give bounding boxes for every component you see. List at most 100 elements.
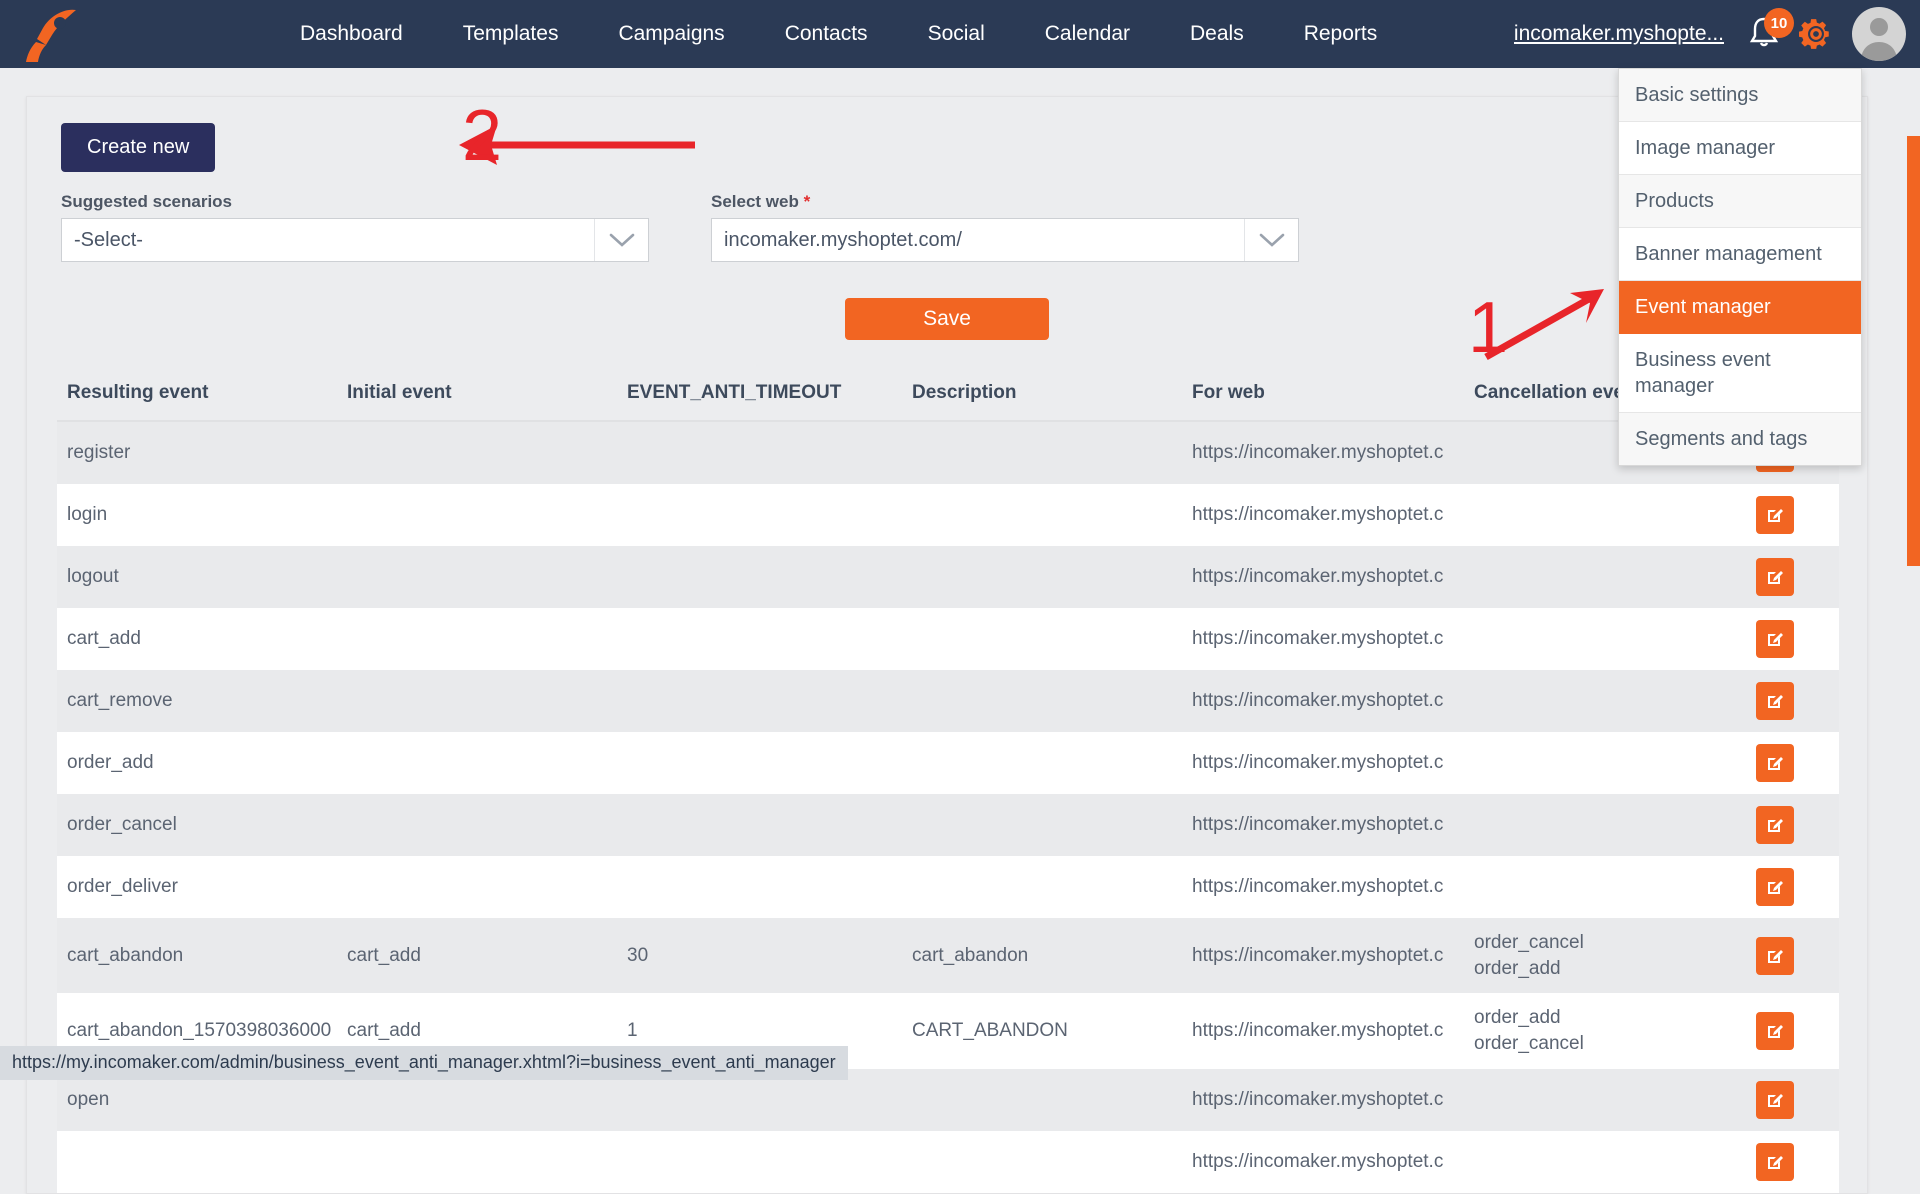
- cell-initial-event: [337, 670, 617, 732]
- create-new-button[interactable]: Create new: [61, 123, 215, 172]
- cell-actions: [1714, 670, 1839, 732]
- dropdown-item-banner-management[interactable]: Banner management: [1619, 228, 1861, 281]
- table-row[interactable]: cart_removehttps://incomaker.myshoptet.c: [57, 670, 1839, 732]
- cell-event-anti-timeout: [617, 794, 902, 856]
- user-avatar-icon: [1852, 7, 1906, 61]
- cell-initial-event: [337, 794, 617, 856]
- save-button[interactable]: Save: [845, 298, 1049, 340]
- cell-event-anti-timeout: [617, 421, 902, 484]
- dropdown-item-business-event-manager[interactable]: Business event manager: [1619, 334, 1861, 413]
- edit-pencil-icon: [1765, 1152, 1785, 1172]
- cell-resulting-event: [57, 1131, 337, 1193]
- page-scrollbar-track[interactable]: [1907, 136, 1920, 1148]
- table-row[interactable]: https://incomaker.myshoptet.c: [57, 1131, 1839, 1193]
- nav-link-calendar[interactable]: Calendar: [1015, 0, 1160, 68]
- dropdown-item-event-manager[interactable]: Event manager: [1619, 281, 1861, 334]
- edit-pencil-icon: [1765, 1021, 1785, 1041]
- cell-event-anti-timeout: [617, 670, 902, 732]
- edit-pencil-icon: [1765, 691, 1785, 711]
- nav-link-contacts[interactable]: Contacts: [755, 0, 898, 68]
- edit-row-button[interactable]: [1756, 1012, 1794, 1050]
- edit-row-button[interactable]: [1756, 496, 1794, 534]
- nav-link-deals[interactable]: Deals: [1160, 0, 1274, 68]
- cell-for-web: https://incomaker.myshoptet.c: [1182, 1069, 1464, 1131]
- th-description[interactable]: Description: [902, 370, 1182, 421]
- events-table-head: Resulting event Initial event EVENT_ANTI…: [57, 370, 1839, 421]
- suggested-scenarios-select[interactable]: -Select-: [61, 218, 649, 262]
- dropdown-item-products[interactable]: Products: [1619, 175, 1861, 228]
- cell-for-web: https://incomaker.myshoptet.c: [1182, 732, 1464, 794]
- dropdown-item-basic-settings[interactable]: Basic settings: [1619, 69, 1861, 122]
- account-link[interactable]: incomaker.myshopte...: [1514, 22, 1724, 46]
- edit-row-button[interactable]: [1756, 1143, 1794, 1181]
- cell-actions: [1714, 1069, 1839, 1131]
- cell-actions: [1714, 546, 1839, 608]
- edit-row-button[interactable]: [1756, 744, 1794, 782]
- cell-description: [902, 856, 1182, 918]
- cell-cancellation-event: [1464, 546, 1714, 608]
- cell-initial-event: [337, 732, 617, 794]
- table-row[interactable]: logouthttps://incomaker.myshoptet.c: [57, 546, 1839, 608]
- cell-actions: [1714, 484, 1839, 546]
- event-manager-card: Create new Suggested scenarios -Select- …: [26, 96, 1868, 1194]
- edit-row-button[interactable]: [1756, 682, 1794, 720]
- table-row[interactable]: order_add https://incomaker.myshoptet.c: [57, 732, 1839, 794]
- cell-initial-event: [337, 546, 617, 608]
- table-row[interactable]: cart_add https://incomaker.myshoptet.c: [57, 608, 1839, 670]
- cell-cancellation-event: [1464, 1131, 1714, 1193]
- nav-link-campaigns[interactable]: Campaigns: [588, 0, 754, 68]
- cell-description: [902, 484, 1182, 546]
- th-resulting-event[interactable]: Resulting event: [57, 370, 337, 421]
- cell-for-web: https://incomaker.myshoptet.c: [1182, 608, 1464, 670]
- table-header-row: Resulting event Initial event EVENT_ANTI…: [57, 370, 1839, 421]
- dropdown-item-segments-and-tags[interactable]: Segments and tags: [1619, 413, 1861, 465]
- edit-row-button[interactable]: [1756, 937, 1794, 975]
- dropdown-item-image-manager[interactable]: Image manager: [1619, 122, 1861, 175]
- th-for-web[interactable]: For web: [1182, 370, 1464, 421]
- cell-actions: [1714, 794, 1839, 856]
- browser-status-bar: https://my.incomaker.com/admin/business_…: [0, 1046, 848, 1080]
- cell-resulting-event: login: [57, 484, 337, 546]
- suggested-scenarios-value: -Select-: [62, 219, 594, 261]
- page-scrollbar-thumb[interactable]: [1907, 136, 1920, 566]
- cell-initial-event: [337, 1131, 617, 1193]
- suggested-scenarios-field: Suggested scenarios -Select-: [61, 192, 649, 262]
- cell-actions: [1714, 856, 1839, 918]
- table-row[interactable]: login https://incomaker.myshoptet.c: [57, 484, 1839, 546]
- table-row[interactable]: cart_abandoncart_add30cart_abandonhttps:…: [57, 918, 1839, 993]
- user-avatar-button[interactable]: [1852, 7, 1906, 61]
- th-initial-event[interactable]: Initial event: [337, 370, 617, 421]
- cell-initial-event: [337, 484, 617, 546]
- edit-row-button[interactable]: [1756, 806, 1794, 844]
- cell-for-web: https://incomaker.myshoptet.c: [1182, 546, 1464, 608]
- cell-for-web: https://incomaker.myshoptet.c: [1182, 484, 1464, 546]
- cell-for-web: https://incomaker.myshoptet.c: [1182, 421, 1464, 484]
- notification-bell-button[interactable]: 10: [1742, 10, 1790, 58]
- cell-for-web: https://incomaker.myshoptet.c: [1182, 918, 1464, 993]
- table-row[interactable]: order_deliverhttps://incomaker.myshoptet…: [57, 856, 1839, 918]
- table-row[interactable]: order_cancelhttps://incomaker.myshoptet.…: [57, 794, 1839, 856]
- cell-resulting-event: cart_remove: [57, 670, 337, 732]
- cell-description: [902, 1131, 1182, 1193]
- select-web-select[interactable]: incomaker.myshoptet.com/: [711, 218, 1299, 262]
- cell-for-web: https://incomaker.myshoptet.c: [1182, 993, 1464, 1068]
- edit-row-button[interactable]: [1756, 868, 1794, 906]
- nav-link-social[interactable]: Social: [898, 0, 1015, 68]
- cell-resulting-event: cart_add: [57, 608, 337, 670]
- settings-gear-button[interactable]: [1790, 10, 1842, 58]
- cell-cancellation-event: order_cancelorder_add: [1464, 918, 1714, 993]
- edit-row-button[interactable]: [1756, 1081, 1794, 1119]
- nav-link-dashboard[interactable]: Dashboard: [270, 0, 433, 68]
- cell-initial-event: cart_add: [337, 918, 617, 993]
- cell-resulting-event: order_add: [57, 732, 337, 794]
- cell-actions: [1714, 608, 1839, 670]
- nav-link-templates[interactable]: Templates: [433, 0, 589, 68]
- th-event-anti-timeout[interactable]: EVENT_ANTI_TIMEOUT: [617, 370, 902, 421]
- rocket-logo-icon[interactable]: [0, 0, 110, 68]
- table-row[interactable]: registerhttps://incomaker.myshoptet.c: [57, 421, 1839, 484]
- edit-pencil-icon: [1765, 629, 1785, 649]
- edit-row-button[interactable]: [1756, 620, 1794, 658]
- edit-row-button[interactable]: [1756, 558, 1794, 596]
- nav-link-reports[interactable]: Reports: [1274, 0, 1408, 68]
- chevron-down-icon: [1244, 219, 1298, 261]
